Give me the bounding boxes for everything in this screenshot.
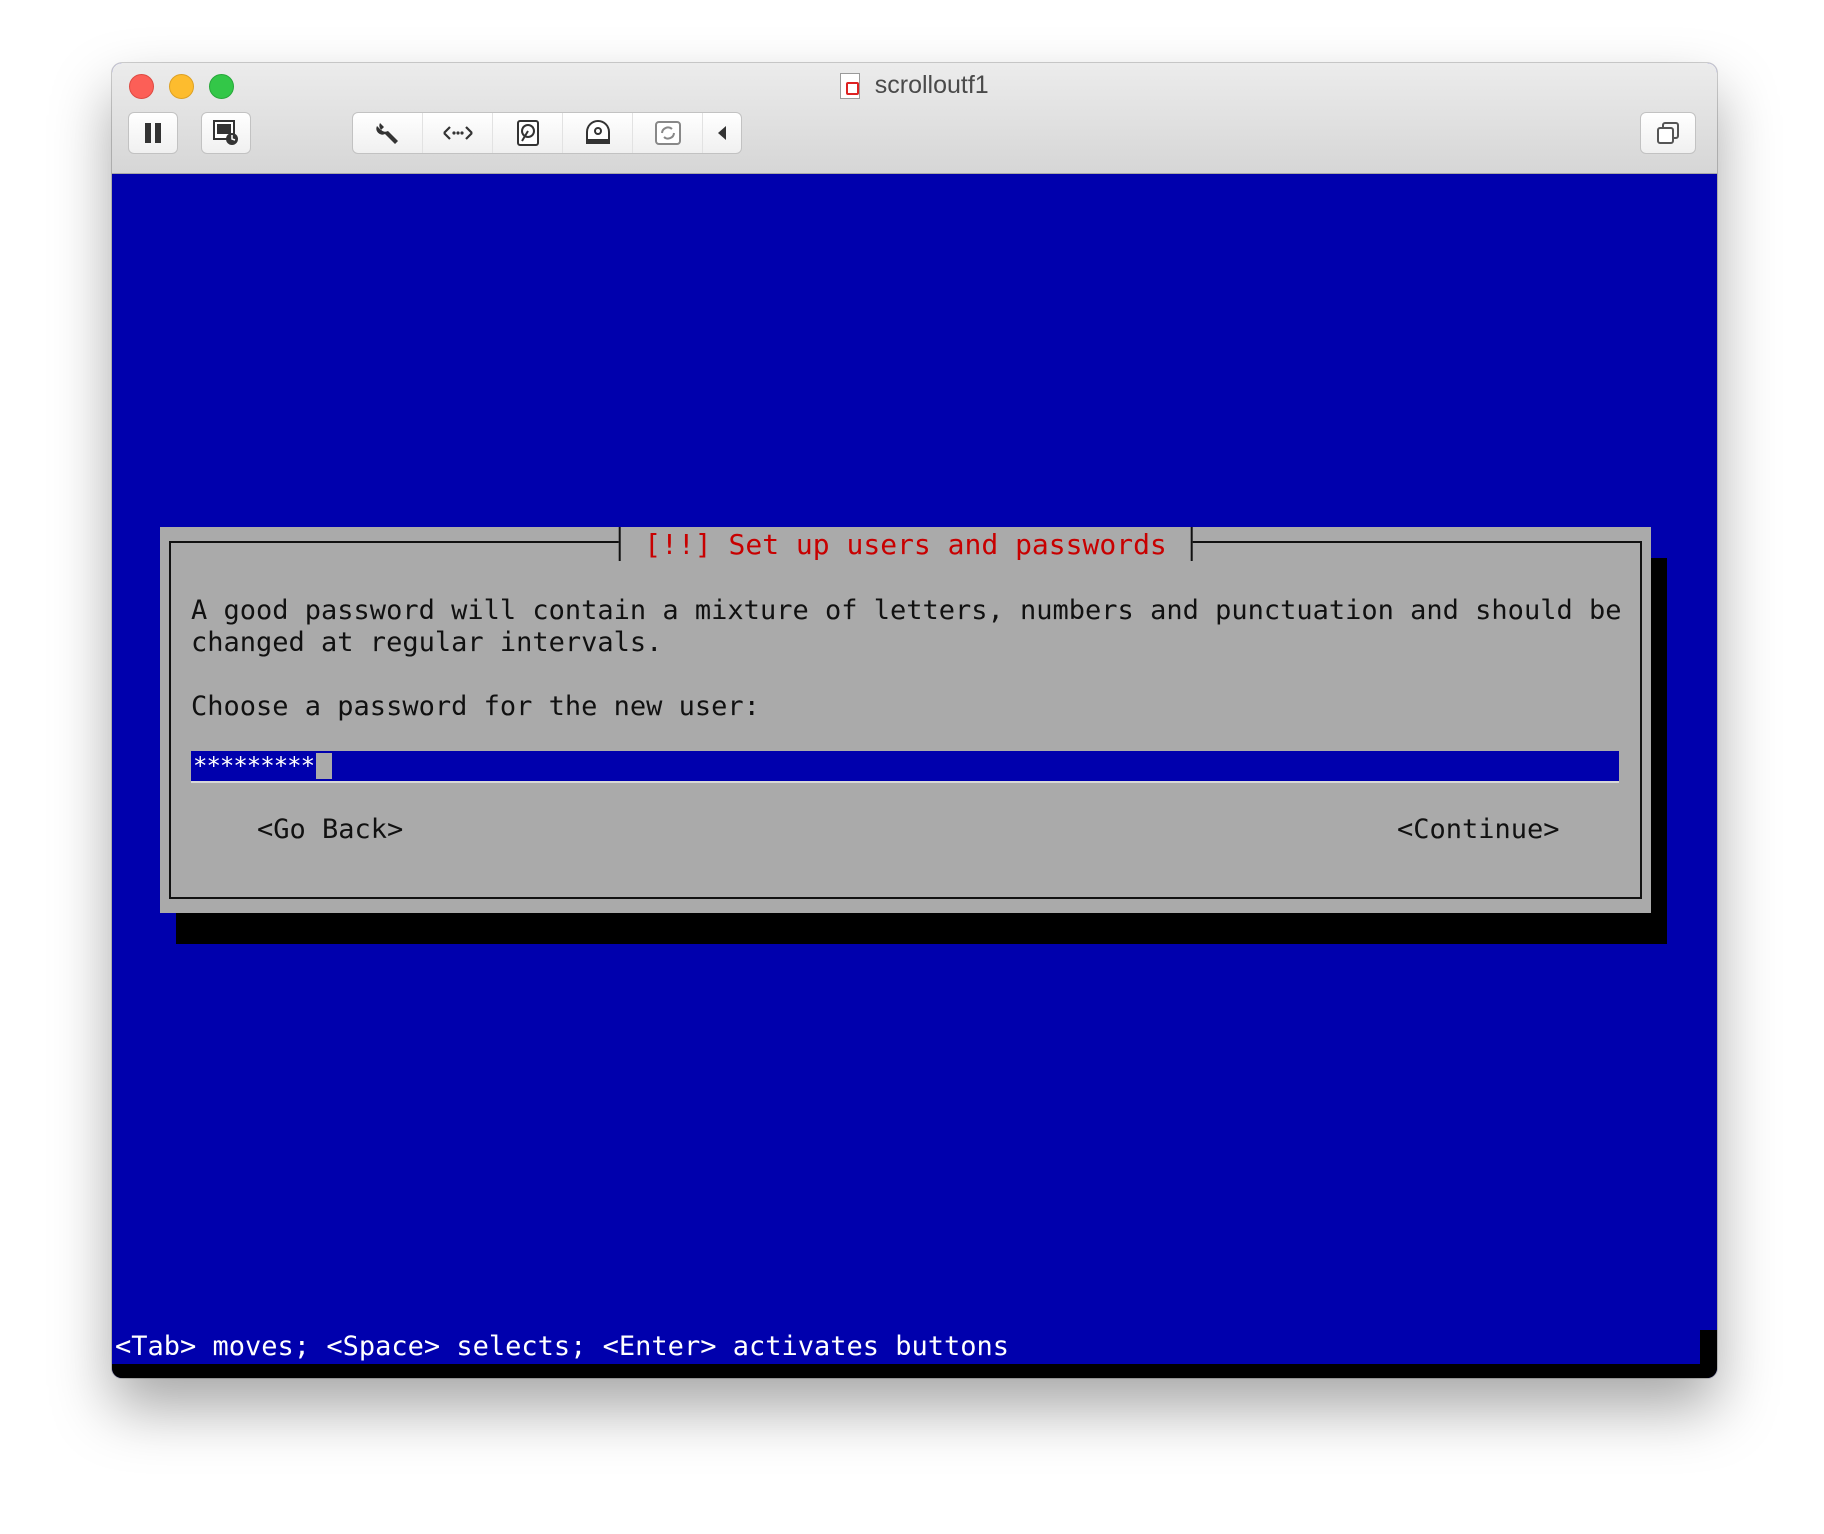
window-title: scrolloutf1: [874, 71, 989, 99]
dialog-description-line2: changed at regular intervals.: [191, 627, 663, 658]
keyboard-help-bar: <Tab> moves; <Space> selects; <Enter> ac…: [112, 1330, 1700, 1364]
document-icon: [840, 72, 861, 99]
dialog-description-line1: A good password will contain a mixture o…: [191, 595, 1622, 626]
usb-icon: [654, 121, 681, 145]
hard-disk-button[interactable]: [493, 113, 563, 153]
vm-console[interactable]: [!!] Set up users and passwords A good p…: [112, 174, 1717, 1378]
password-prompt: Choose a password for the new user:: [191, 691, 760, 722]
text-cursor: [316, 753, 333, 779]
status-bar-end: [1700, 1330, 1717, 1364]
password-value: *********: [193, 752, 315, 780]
device-toolbar-group: [352, 112, 742, 154]
optical-drive-icon: [585, 120, 610, 144]
snapshot-icon: [213, 120, 238, 145]
collapse-toolbar-button[interactable]: [703, 113, 741, 153]
snapshot-button[interactable]: [201, 112, 251, 154]
installer-dialog: [!!] Set up users and passwords A good p…: [160, 527, 1651, 913]
settings-button[interactable]: [353, 113, 423, 153]
restore-window-icon: [1657, 122, 1679, 144]
chevron-left-icon: [718, 126, 726, 140]
continue-button[interactable]: <Continue>: [1397, 814, 1560, 845]
hard-disk-icon: [516, 120, 539, 146]
window-titlebar: scrolloutf1: [112, 63, 1717, 174]
pause-button[interactable]: [128, 112, 178, 154]
dialog-title: [!!] Set up users and passwords: [618, 527, 1193, 561]
restore-window-button[interactable]: [1640, 112, 1696, 154]
network-button[interactable]: [423, 113, 493, 153]
optical-drive-button[interactable]: [563, 113, 633, 153]
password-input[interactable]: *********: [191, 751, 1619, 783]
pause-icon: [145, 123, 161, 143]
go-back-button[interactable]: <Go Back>: [257, 814, 403, 845]
console-bottom-edge: [112, 1364, 1717, 1378]
vm-window: scrolloutf1 [!!] Set up users and passwo…: [112, 63, 1717, 1378]
usb-button[interactable]: [633, 113, 703, 153]
network-arrows-icon: [442, 126, 473, 140]
wrench-icon: [375, 123, 398, 144]
window-title-area: scrolloutf1: [112, 71, 1717, 101]
